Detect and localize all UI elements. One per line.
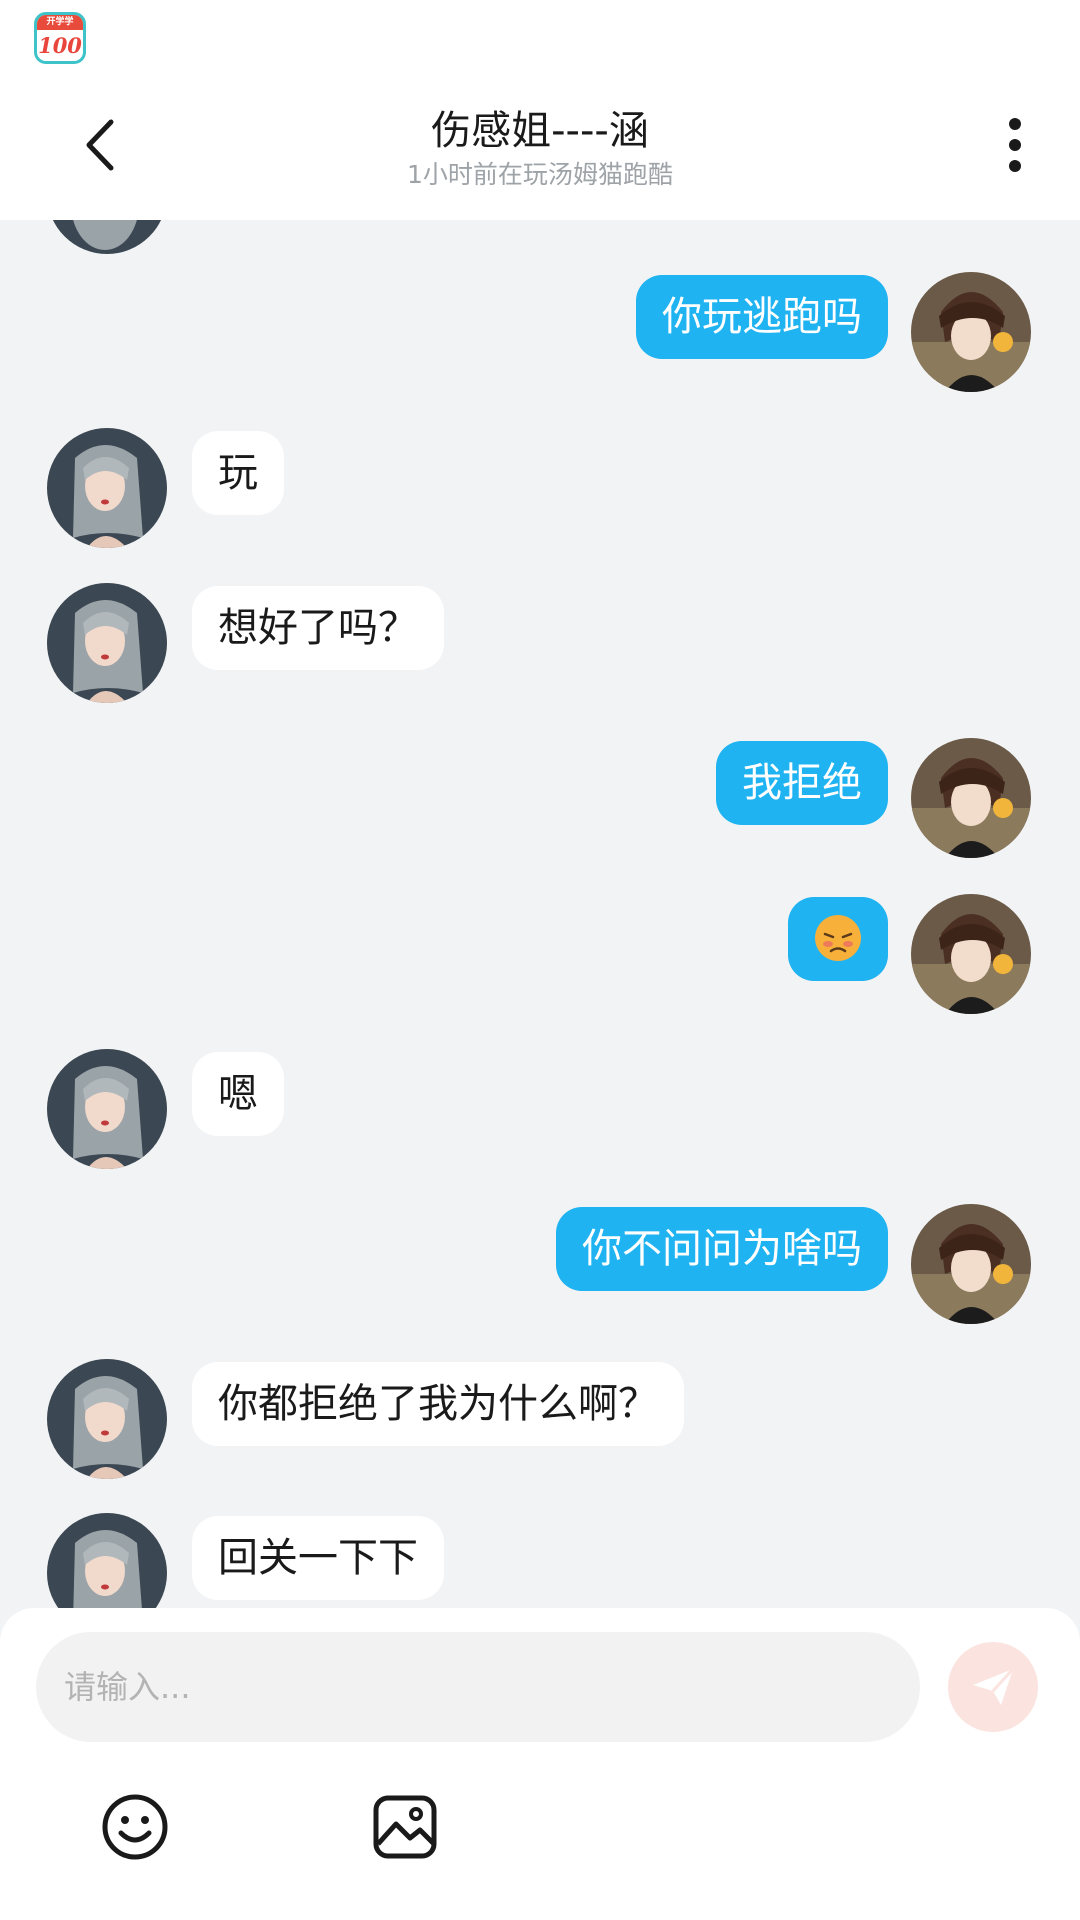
paper-plane-icon — [973, 1667, 1015, 1705]
sent-message-bubble[interactable]: 我拒绝 — [716, 741, 888, 825]
sent-message-bubble[interactable]: 你不问问为啥吗 — [556, 1207, 888, 1291]
smiley-face-icon — [102, 1794, 168, 1860]
contact-avatar[interactable] — [47, 1513, 167, 1610]
message-row: 我拒绝 — [0, 738, 1080, 863]
contact-avatar[interactable] — [47, 583, 167, 703]
received-message-bubble[interactable]: 嗯 — [192, 1052, 284, 1136]
message-row: 你都拒绝了我为什么啊？ — [0, 1359, 1080, 1484]
vertical-ellipsis-icon — [1009, 118, 1021, 172]
contact-avatar[interactable] — [47, 428, 167, 548]
sent-message-bubble[interactable]: 你玩逃跑吗 — [636, 275, 888, 359]
my-avatar[interactable] — [911, 894, 1031, 1014]
received-message-bubble[interactable]: 回关一下下 — [192, 1516, 444, 1600]
message-list[interactable]: 你玩逃跑吗 玩 想好了吗？ 我拒绝 嗯 你不问问为啥吗 你都拒绝了我为什么啊？ … — [0, 220, 1080, 1610]
sad-face-emoji — [815, 915, 861, 961]
message-row: 玩 — [0, 428, 1080, 553]
contact-avatar[interactable] — [47, 1359, 167, 1479]
my-avatar[interactable] — [911, 738, 1031, 858]
message-row — [0, 894, 1080, 1019]
app-notification-icon[interactable]: 开学学 100 — [34, 12, 86, 64]
emoji-button[interactable] — [100, 1792, 170, 1862]
my-avatar[interactable] — [911, 1204, 1031, 1324]
contact-avatar[interactable] — [47, 220, 167, 254]
message-row: 想好了吗？ — [0, 583, 1080, 708]
message-input[interactable] — [36, 1632, 920, 1742]
message-row: 你不问问为啥吗 — [0, 1204, 1080, 1329]
status-bar: 开学学 100 — [0, 0, 1080, 95]
contact-avatar[interactable] — [47, 1049, 167, 1169]
received-message-bubble[interactable]: 想好了吗？ — [192, 586, 444, 670]
image-icon — [373, 1795, 437, 1859]
message-row: 嗯 — [0, 1049, 1080, 1174]
more-options-button[interactable] — [995, 115, 1035, 175]
sent-emoji-bubble[interactable] — [788, 897, 888, 981]
chat-screen: 开学学 100 伤感姐----涵 1小时前在玩汤姆猫跑酷 你玩逃跑吗 玩 想好了… — [0, 0, 1080, 1920]
contact-name: 伤感姐----涵 — [431, 108, 649, 154]
app-badge-number: 100 — [38, 33, 82, 58]
image-button[interactable] — [370, 1792, 440, 1862]
message-row: 你玩逃跑吗 — [0, 272, 1080, 397]
contact-status: 1小时前在玩汤姆猫跑酷 — [407, 160, 673, 189]
my-avatar[interactable] — [911, 272, 1031, 392]
message-row: 回关一下下 — [0, 1513, 1080, 1610]
received-message-bubble[interactable]: 玩 — [192, 431, 284, 515]
composer-panel — [0, 1608, 1080, 1920]
send-button[interactable] — [948, 1642, 1038, 1732]
chat-header: 伤感姐----涵 1小时前在玩汤姆猫跑酷 — [0, 95, 1080, 220]
app-badge-label: 开学学 — [37, 15, 83, 30]
received-message-bubble[interactable]: 你都拒绝了我为什么啊？ — [192, 1362, 684, 1446]
